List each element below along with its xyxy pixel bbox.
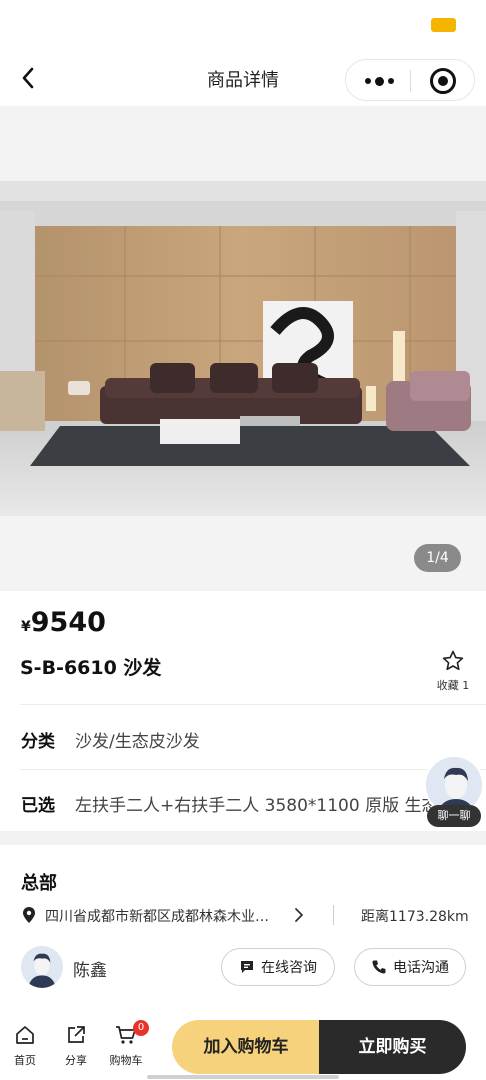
selected-label: 已选 (21, 796, 55, 816)
cart-count-badge: 0 (133, 1020, 149, 1036)
bottom-action-bar: 首页 分享 0 购物车 加入购物车 立即购买 (0, 1010, 486, 1080)
currency-symbol: ¥ (21, 619, 31, 635)
capsule-divider (410, 70, 411, 92)
favorite-count-label: 收藏 1 (436, 679, 470, 692)
location-pin-icon (23, 907, 35, 923)
buy-now-button[interactable]: 立即购买 (319, 1020, 466, 1074)
tab-share[interactable]: 分享 (56, 1024, 96, 1068)
nav-bar: 商品详情 (0, 50, 486, 106)
chevron-right-icon[interactable] (293, 907, 305, 923)
agent-name: 陈鑫 (73, 961, 107, 981)
online-consult-label: 在线咨询 (261, 960, 317, 976)
more-dots-icon[interactable] (362, 70, 396, 92)
product-gallery[interactable]: 1/4 (0, 106, 486, 591)
divider (20, 704, 486, 705)
phone-call-button[interactable]: 电话沟通 (354, 948, 466, 986)
star-icon (442, 650, 464, 671)
favorite-button[interactable]: 收藏 1 (432, 649, 474, 693)
phone-call-label: 电话沟通 (393, 960, 449, 976)
target-circle-icon[interactable] (430, 68, 456, 94)
home-indicator (147, 1075, 339, 1079)
divider (333, 905, 334, 925)
tab-cart-label: 购物车 (109, 1054, 143, 1067)
store-distance: 距离1173.28km (361, 909, 469, 925)
tab-home[interactable]: 首页 (5, 1024, 45, 1068)
product-photo (0, 181, 486, 516)
price-value: 9540 (30, 607, 106, 638)
tab-share-label: 分享 (65, 1054, 87, 1067)
divider (20, 769, 486, 770)
online-consult-button[interactable]: 在线咨询 (221, 948, 335, 986)
status-bar (0, 0, 486, 50)
add-to-cart-button[interactable]: 加入购物车 (172, 1020, 320, 1074)
tab-cart[interactable]: 0 购物车 (106, 1020, 149, 1068)
store-title: 总部 (21, 873, 57, 894)
chat-float-button[interactable]: 聊一聊 (422, 755, 484, 830)
phone-icon (372, 960, 386, 974)
store-address[interactable]: 四川省成都市新都区成都林森木业… (45, 906, 285, 926)
home-icon (16, 1026, 34, 1044)
battery-icon (431, 18, 456, 32)
chat-label: 聊一聊 (427, 805, 481, 827)
category-label: 分类 (21, 732, 55, 752)
avatar (21, 946, 63, 988)
mini-program-capsule (345, 59, 475, 101)
product-price: ¥9540 (21, 607, 106, 638)
category-value: 沙发/生态皮沙发 (75, 732, 200, 752)
share-icon (68, 1026, 85, 1043)
chat-bubble-icon (241, 961, 253, 973)
tab-home-label: 首页 (14, 1054, 36, 1067)
selected-options[interactable]: 左扶手二人+右扶手二人 3580*1100 原版 生态 (75, 791, 438, 816)
product-name: S-B-6610 沙发 (20, 657, 162, 679)
page-indicator: 1/4 (414, 544, 461, 572)
product-info: ¥9540 S-B-6610 沙发 收藏 1 分类 沙发/生态皮沙发 已选 左扶… (0, 591, 486, 831)
store-card: 总部 四川省成都市新都区成都林森木业… 距离1173.28km 陈鑫 在线咨询 … (0, 845, 486, 1010)
